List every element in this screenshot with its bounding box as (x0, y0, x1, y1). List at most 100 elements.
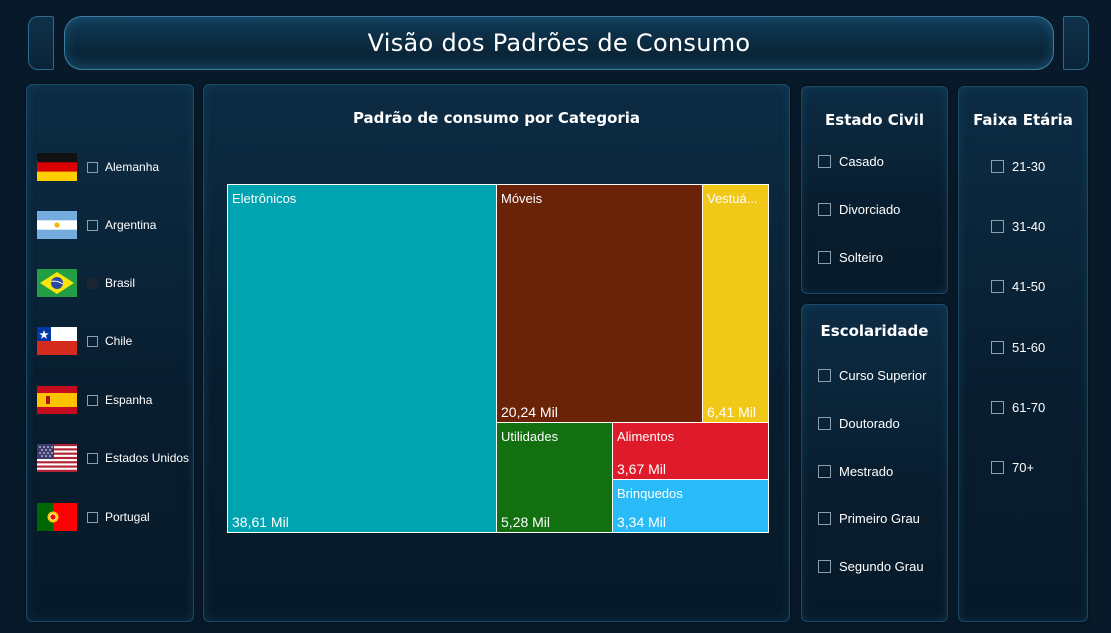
option-checkbox[interactable] (991, 461, 1004, 474)
estado-civil-slicer: Estado Civil Casado Divorciado Solteiro (801, 86, 948, 294)
treemap-tile-label: Eletrônicos (232, 191, 297, 206)
option-label: Doutorado (839, 416, 900, 431)
option-label: 51-60 (1012, 340, 1046, 355)
portugal-flag-icon (37, 503, 77, 531)
country-slicer: Alemanha Argentina Brasil Chile Espanha … (26, 84, 194, 622)
country-label: Estados Unidos (105, 451, 190, 465)
treemap-tile-alimentos[interactable]: Alimentos 3,67 Mil (612, 422, 769, 480)
treemap-tile-value: 3,67 Mil (617, 461, 667, 477)
country-label: Brasil (105, 276, 136, 290)
treemap-tile-value: 3,34 Mil (617, 514, 667, 530)
usa-flag-icon (37, 444, 77, 472)
country-label: Portugal (105, 510, 150, 524)
option-label: 31-40 (1012, 219, 1046, 234)
estado-civil-title: Estado Civil (825, 111, 924, 129)
page-title: Visão dos Padrões de Consumo (367, 29, 751, 57)
treemap-tile-label: Móveis (501, 191, 543, 206)
option-checkbox[interactable] (818, 417, 831, 430)
option-21-30[interactable]: 21-30 (991, 159, 1045, 174)
treemap-tile-utilidades[interactable]: Utilidades 5,28 Mil (496, 422, 613, 533)
option-label: 61-70 (1012, 400, 1046, 415)
option-segundo-grau[interactable]: Segundo Grau (818, 559, 924, 574)
option-61-70[interactable]: 61-70 (991, 400, 1045, 415)
option-checkbox[interactable] (818, 155, 831, 168)
treemap-tile-eletronicos[interactable]: Eletrônicos 38,61 Mil (227, 184, 497, 533)
country-item-estados-unidos[interactable]: Estados Unidos (37, 444, 189, 472)
country-checkbox[interactable] (87, 452, 98, 464)
option-label: Primeiro Grau (839, 511, 920, 526)
option-curso-superior[interactable]: Curso Superior (818, 368, 926, 383)
treemap-tile-vestuario[interactable]: Vestuá... 6,41 Mil (702, 184, 769, 423)
category-treemap: Eletrônicos 38,61 Mil Móveis 20,24 Mil Vestu… (227, 184, 769, 533)
country-item-espanha[interactable]: Espanha (37, 386, 152, 414)
country-item-alemanha[interactable]: Alemanha (37, 153, 159, 181)
faixa-etaria-title: Faixa Etária (973, 111, 1073, 129)
option-doutorado[interactable]: Doutorado (818, 416, 900, 431)
page-header: Visão dos Padrões de Consumo (64, 16, 1054, 70)
treemap-tile-value: 20,24 Mil (501, 404, 558, 420)
treemap-tile-label: Brinquedos (617, 486, 683, 501)
country-checkbox[interactable] (87, 161, 98, 173)
country-item-argentina[interactable]: Argentina (37, 211, 156, 239)
option-divorciado[interactable]: Divorciado (818, 202, 900, 217)
option-mestrado[interactable]: Mestrado (818, 464, 893, 479)
spain-flag-icon (37, 386, 77, 414)
option-51-60[interactable]: 51-60 (991, 340, 1045, 355)
treemap-tile-moveis[interactable]: Móveis 20,24 Mil (496, 184, 703, 423)
country-checkbox[interactable] (87, 335, 98, 347)
option-checkbox[interactable] (818, 512, 831, 525)
option-41-50[interactable]: 41-50 (991, 279, 1045, 294)
option-checkbox[interactable] (818, 560, 831, 573)
country-checkbox[interactable] (87, 394, 98, 406)
argentina-flag-icon (37, 211, 77, 239)
option-checkbox[interactable] (818, 251, 831, 264)
option-label: Segundo Grau (839, 559, 924, 574)
country-checkbox[interactable] (87, 511, 98, 523)
header-left-ornament (28, 16, 54, 70)
option-label: Solteiro (839, 250, 884, 265)
country-item-brasil[interactable]: Brasil (37, 269, 135, 297)
header-right-ornament (1063, 16, 1089, 70)
option-label: Curso Superior (839, 368, 927, 383)
option-checkbox[interactable] (991, 220, 1004, 233)
option-70-plus[interactable]: 70+ (991, 460, 1034, 475)
faixa-etaria-slicer: Faixa Etária 21-30 31-40 41-50 51-60 61-… (958, 86, 1088, 622)
option-label: Divorciado (839, 202, 901, 217)
germany-flag-icon (37, 153, 77, 181)
option-label: 41-50 (1012, 279, 1046, 294)
option-31-40[interactable]: 31-40 (991, 219, 1045, 234)
treemap-tile-label: Vestuá... (707, 191, 758, 206)
country-label: Chile (105, 334, 133, 348)
option-casado[interactable]: Casado (818, 154, 884, 169)
option-solteiro[interactable]: Solteiro (818, 250, 883, 265)
treemap-tile-value: 38,61 Mil (232, 514, 289, 530)
treemap-tile-label: Alimentos (617, 429, 675, 444)
option-checkbox[interactable] (991, 280, 1004, 293)
option-checkbox[interactable] (991, 401, 1004, 414)
brazil-flag-icon (37, 269, 77, 297)
option-checkbox[interactable] (818, 465, 831, 478)
option-label: Casado (839, 154, 884, 169)
option-label: 21-30 (1012, 159, 1046, 174)
country-item-chile[interactable]: Chile (37, 327, 132, 355)
option-checkbox[interactable] (818, 369, 831, 382)
country-label: Argentina (105, 218, 157, 232)
option-primeiro-grau[interactable]: Primeiro Grau (818, 511, 920, 526)
chile-flag-icon (37, 327, 77, 355)
treemap-panel: Padrão de consumo por Categoria Eletrôni… (203, 84, 790, 622)
country-checkbox[interactable] (87, 277, 98, 289)
chart-title: Padrão de consumo por Categoria (352, 109, 641, 127)
treemap-tile-brinquedos[interactable]: Brinquedos 3,34 Mil (612, 479, 769, 533)
option-checkbox[interactable] (991, 160, 1004, 173)
treemap-tile-value: 5,28 Mil (501, 514, 551, 530)
option-label: Mestrado (839, 464, 894, 479)
option-label: 70+ (1012, 460, 1035, 475)
country-checkbox[interactable] (87, 219, 98, 231)
option-checkbox[interactable] (991, 341, 1004, 354)
option-checkbox[interactable] (818, 203, 831, 216)
country-item-portugal[interactable]: Portugal (37, 503, 150, 531)
treemap-tile-value: 6,41 Mil (707, 404, 757, 420)
country-label: Alemanha (105, 160, 160, 174)
escolaridade-slicer: Escolaridade Curso Superior Doutorado Me… (801, 304, 948, 622)
escolaridade-title: Escolaridade (820, 322, 929, 340)
